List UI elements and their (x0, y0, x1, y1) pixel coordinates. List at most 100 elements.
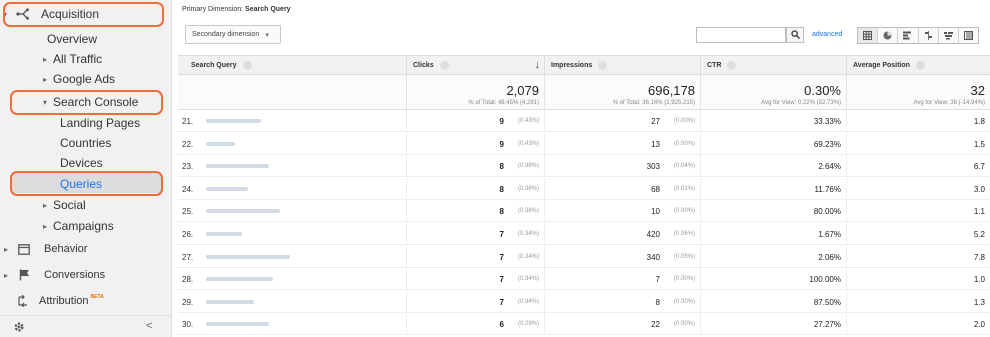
total-subtext: Avg for View: 0.22% (32.73%) (761, 100, 841, 106)
impressions-value: 7 (655, 275, 660, 285)
sidebar-item-campaigns[interactable]: ▸ Campaigns (0, 215, 172, 237)
behavior-icon (14, 243, 34, 255)
total-value: 0.30% (804, 83, 841, 98)
impressions-percent: (0.06%) (673, 231, 695, 237)
average-position-value: 3.0 (973, 184, 985, 194)
total-subtext: % of Total: 48.45% (4,291) (468, 100, 539, 106)
sidebar-item-attribution[interactable]: Attribution BETA (0, 290, 172, 312)
help-icon[interactable] (439, 61, 449, 70)
cell-average-position: 6.7 (846, 155, 990, 178)
performance-view-button[interactable] (898, 28, 919, 43)
cell-clicks: 7 (0.34%) (406, 268, 544, 291)
gear-icon[interactable] (12, 320, 26, 334)
table-row: 28. 7 (0.34%) 7 (0.00%) 100.00% 1.0 (178, 268, 990, 291)
average-position-value: 1.3 (973, 297, 985, 307)
redacted-search-query-link[interactable] (206, 119, 261, 123)
totals-impressions: 696,178 % of Total: 36.16% (1,925,215) (544, 75, 700, 110)
table-search-input[interactable] (696, 27, 786, 43)
table-row: 21. 9 (0.43%) 27 (0.00%) 33.33% 1.8 (178, 110, 990, 132)
help-icon[interactable] (727, 61, 737, 70)
average-position-value: 7.8 (973, 252, 985, 262)
column-header-impressions[interactable]: Impressions (544, 56, 700, 75)
totals-average-position: 32 Avg for View: 38 (-14.94%) (846, 75, 990, 110)
clicks-percent: (0.43%) (517, 118, 539, 124)
sidebar-item-behavior[interactable]: ▸ Behavior (0, 238, 172, 260)
cell-average-position: 5.2 (846, 223, 990, 245)
advanced-filter-link[interactable]: advanced (812, 31, 842, 38)
caret-right-icon: ▸ (43, 200, 48, 210)
highlight-acquisition (3, 2, 164, 27)
clicks-value: 7 (499, 252, 504, 262)
average-position-value: 1.1 (973, 207, 985, 217)
sidebar-item-countries[interactable]: Countries (0, 132, 172, 154)
sidebar-item-label: Social (53, 198, 86, 212)
cell-ctr: 69.23% (700, 132, 846, 155)
redacted-search-query-link[interactable] (206, 164, 269, 169)
help-icon[interactable] (915, 61, 925, 70)
clicks-percent: (0.34%) (517, 298, 539, 305)
sidebar-item-label: Overview (47, 32, 98, 46)
percentage-view-button[interactable] (878, 28, 899, 43)
table-header: Search Query Clicks ↓ Impressions CTR Av… (178, 55, 990, 75)
sidebar-item-label: Landing Pages (60, 116, 141, 130)
redacted-search-query-link[interactable] (206, 186, 248, 191)
redacted-search-query-link[interactable] (206, 277, 274, 282)
caret-right-icon: ▸ (43, 74, 48, 84)
cell-ctr: 2.64% (700, 155, 846, 178)
attribution-icon (13, 295, 33, 307)
column-header-label: CTR (707, 62, 722, 69)
data-table-view-button[interactable] (858, 27, 879, 45)
average-position-value: 2.0 (973, 320, 985, 330)
impressions-percent: (0.00%) (673, 140, 695, 147)
secondary-dimension-label: Secondary dimension (192, 31, 260, 38)
total-value: 696,178 (648, 83, 695, 98)
redacted-search-query-link[interactable] (206, 232, 242, 236)
sidebar-item-social[interactable]: ▸ Social (0, 194, 172, 216)
term-cloud-view-button[interactable] (939, 28, 959, 43)
cell-impressions: 27 (0.00%) (544, 110, 700, 132)
comparison-icon (924, 27, 933, 45)
primary-dimension-value[interactable]: Search Query (245, 6, 291, 13)
table-row: 29. 7 (0.34%) 8 (0.00%) 87.50% 1.3 (178, 290, 990, 313)
sidebar-item-label: All Traffic (53, 52, 103, 66)
cell-clicks: 7 (0.34%) (406, 245, 544, 268)
table-row: 23. 8 (0.38%) 303 (0.04%) 2.64% 6.7 (178, 155, 990, 178)
column-header-clicks[interactable]: Clicks ↓ (406, 56, 544, 75)
help-icon[interactable] (242, 61, 252, 70)
cell-impressions: 8 (0.00%) (544, 290, 700, 313)
redacted-search-query-link[interactable] (206, 254, 290, 259)
comparison-view-button[interactable] (919, 28, 939, 43)
clicks-value: 7 (499, 297, 504, 307)
ctr-value: 80.00% (813, 207, 841, 217)
column-header-search-query[interactable]: Search Query (178, 56, 406, 75)
pivot-view-button[interactable] (959, 28, 978, 43)
impressions-value: 27 (651, 117, 660, 126)
impressions-value: 303 (646, 162, 660, 172)
redacted-search-query-link[interactable] (206, 209, 280, 214)
cell-impressions: 68 (0.01%) (544, 177, 700, 200)
search-button[interactable] (786, 27, 804, 43)
cell-average-position: 3.0 (846, 177, 990, 200)
column-header-average-position[interactable]: Average Position (846, 56, 990, 75)
column-header-ctr[interactable]: CTR (700, 56, 846, 75)
help-icon[interactable] (598, 61, 608, 70)
secondary-dimension-dropdown[interactable]: Secondary dimension ▾ (185, 25, 281, 44)
redacted-search-query-link[interactable] (206, 322, 269, 327)
sidebar-item-conversions[interactable]: ▸ Conversions (0, 264, 172, 286)
grid-icon (863, 27, 873, 45)
sidebar-item-google-ads[interactable]: ▸ Google Ads (0, 68, 172, 90)
row-number: 30. (182, 320, 194, 330)
collapse-sidebar-button[interactable]: < (146, 320, 152, 332)
sidebar-item-landing-pages[interactable]: Landing Pages (0, 112, 172, 134)
row-number: 29. (182, 297, 194, 307)
cell-impressions: 7 (0.00%) (544, 268, 700, 291)
ctr-value: 33.33% (813, 117, 841, 126)
cell-clicks: 8 (0.38%) (406, 200, 544, 223)
sidebar-item-all-traffic[interactable]: ▸ All Traffic (0, 48, 172, 70)
cell-clicks: 7 (0.34%) (406, 290, 544, 313)
sidebar-item-overview[interactable]: Overview (0, 28, 172, 50)
redacted-search-query-link[interactable] (206, 299, 255, 304)
redacted-search-query-link[interactable] (206, 141, 236, 146)
clicks-percent: (0.43%) (517, 140, 539, 147)
column-header-label: Search Query (191, 62, 237, 69)
